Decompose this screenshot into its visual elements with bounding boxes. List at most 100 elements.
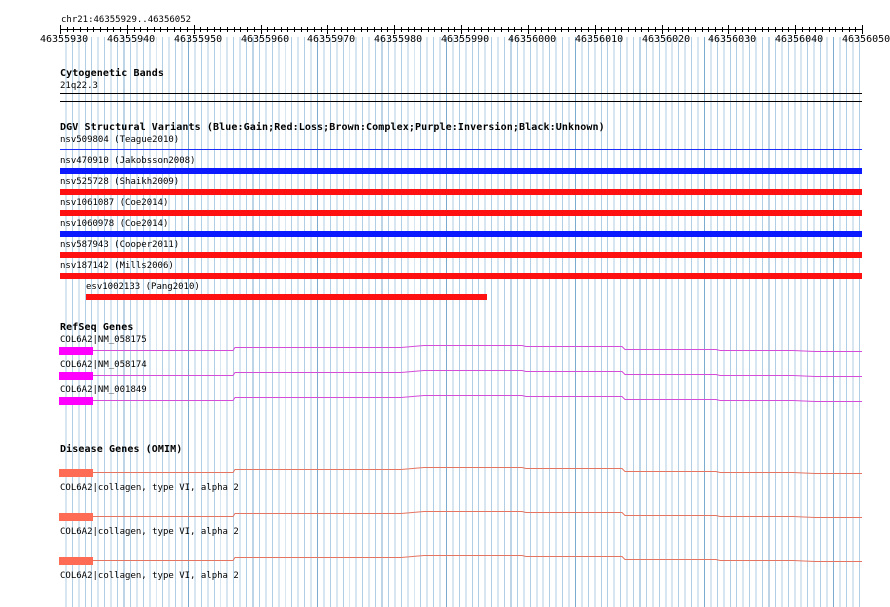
dgv-item-bar[interactable]	[86, 294, 487, 300]
track-path-svg	[93, 395, 862, 402]
ruler-minor-tick	[588, 27, 589, 32]
ruler-minor-tick	[234, 27, 235, 32]
refseq-transcript-line[interactable]	[93, 394, 862, 406]
cytogenetic-band-line-top	[60, 93, 862, 94]
omim-gene-label: COL6A2|collagen, type VI, alpha 2	[60, 571, 239, 581]
track-path	[93, 555, 862, 562]
ruler-minor-tick	[341, 27, 342, 32]
refseq-exon-block[interactable]	[59, 397, 93, 405]
ruler-minor-tick	[374, 27, 375, 32]
ruler-minor-tick	[441, 27, 442, 32]
dgv-item-label: nsv1060978 (Coe2014)	[60, 219, 169, 229]
ruler-minor-tick	[481, 27, 482, 32]
ruler-minor-tick	[715, 27, 716, 32]
ruler-minor-tick	[514, 27, 515, 32]
ruler-minor-tick	[347, 27, 348, 32]
ruler-minor-tick	[628, 27, 629, 32]
ruler-tick-label: 46356030	[708, 34, 757, 45]
ruler-minor-tick	[775, 27, 776, 32]
ruler-minor-tick	[501, 27, 502, 32]
track-path	[93, 345, 862, 352]
ruler-tick-label: 46356000	[508, 34, 557, 45]
ruler-minor-tick	[702, 27, 703, 32]
ruler-minor-tick	[809, 27, 810, 32]
ruler-minor-tick	[641, 27, 642, 32]
ruler-minor-tick	[561, 27, 562, 32]
ruler-minor-tick	[354, 27, 355, 32]
ruler-minor-tick	[468, 27, 469, 32]
ruler-minor-tick	[220, 27, 221, 32]
dgv-item-label: nsv587943 (Cooper2011)	[60, 240, 180, 250]
ruler-minor-tick	[454, 27, 455, 32]
ruler-minor-tick	[735, 27, 736, 32]
ruler-minor-tick	[849, 27, 850, 32]
ruler-minor-tick	[147, 27, 148, 32]
cytogenetic-title: Cytogenetic Bands	[60, 68, 165, 79]
ruler-minor-tick	[548, 27, 549, 32]
omim-gene-block[interactable]	[59, 469, 93, 477]
omim-gene-block[interactable]	[59, 557, 93, 565]
ruler-minor-tick	[254, 27, 255, 32]
refseq-exon-block[interactable]	[59, 372, 93, 380]
ruler-minor-tick	[782, 27, 783, 32]
ruler-minor-tick	[428, 27, 429, 32]
ruler-major-tick	[662, 25, 663, 34]
ruler-minor-tick	[274, 27, 275, 32]
ruler-minor-tick	[174, 27, 175, 32]
ruler-tick-label: 46355990	[441, 34, 490, 45]
ruler-minor-tick	[521, 27, 522, 32]
ruler-minor-tick	[120, 27, 121, 32]
dgv-item-bar[interactable]	[60, 252, 862, 258]
ruler-minor-tick	[267, 27, 268, 32]
genome-browser-view: chr21:46355929..46356052 46355930 4635594…	[0, 0, 890, 607]
ruler-minor-tick	[488, 27, 489, 32]
ruler-minor-tick	[815, 27, 816, 32]
ruler-major-tick	[127, 25, 128, 34]
dgv-item-bar[interactable]	[60, 210, 862, 216]
refseq-exon-block[interactable]	[59, 347, 93, 355]
ruler-minor-tick	[134, 27, 135, 32]
ruler-minor-tick	[93, 27, 94, 32]
ruler-minor-tick	[167, 27, 168, 32]
dgv-item-bar[interactable]	[60, 189, 862, 195]
ruler-minor-tick	[247, 27, 248, 32]
ruler-minor-tick	[695, 27, 696, 32]
ruler-minor-tick	[748, 27, 749, 32]
dgv-title: DGV Structural Variants (Blue:Gain;Red:L…	[60, 122, 605, 133]
ruler-minor-tick	[187, 27, 188, 32]
dgv-item-bar[interactable]	[60, 231, 862, 237]
ruler-minor-tick	[474, 27, 475, 32]
omim-gene-block[interactable]	[59, 513, 93, 521]
ruler-tick-label: 46356050	[842, 34, 890, 45]
refseq-transcript-line[interactable]	[93, 369, 862, 381]
ruler-tick-label: 46355930	[40, 34, 89, 45]
dgv-item-bar[interactable]	[60, 149, 862, 150]
omim-gene-line[interactable]	[93, 510, 862, 522]
ruler-minor-tick	[655, 27, 656, 32]
ruler-minor-tick	[621, 27, 622, 32]
track-path-svg	[93, 370, 862, 377]
ruler-minor-tick	[214, 27, 215, 32]
track-path-svg	[93, 511, 862, 518]
ruler-tick-label: 46355940	[107, 34, 156, 45]
ruler-minor-tick	[535, 27, 536, 32]
ruler-minor-tick	[361, 27, 362, 32]
omim-gene-line[interactable]	[93, 466, 862, 478]
ruler-minor-tick	[434, 27, 435, 32]
ruler-minor-tick	[87, 27, 88, 32]
ruler-minor-tick	[742, 27, 743, 32]
refseq-transcript-line[interactable]	[93, 344, 862, 356]
ruler-tick-label: 46355980	[374, 34, 423, 45]
omim-gene-line[interactable]	[93, 554, 862, 566]
ruler-minor-tick	[722, 27, 723, 32]
ruler-minor-tick	[668, 27, 669, 32]
ruler-minor-tick	[73, 27, 74, 32]
ruler-major-tick	[394, 25, 395, 34]
ruler-tick-label: 46355950	[174, 34, 223, 45]
dgv-item-bar[interactable]	[60, 273, 862, 279]
dgv-item-label: nsv509804 (Teague2010)	[60, 135, 180, 145]
ruler-minor-tick	[367, 27, 368, 32]
dgv-item-bar[interactable]	[60, 168, 862, 174]
omim-gene-label: COL6A2|collagen, type VI, alpha 2	[60, 527, 239, 537]
omim-title: Disease Genes (OMIM)	[60, 444, 183, 455]
